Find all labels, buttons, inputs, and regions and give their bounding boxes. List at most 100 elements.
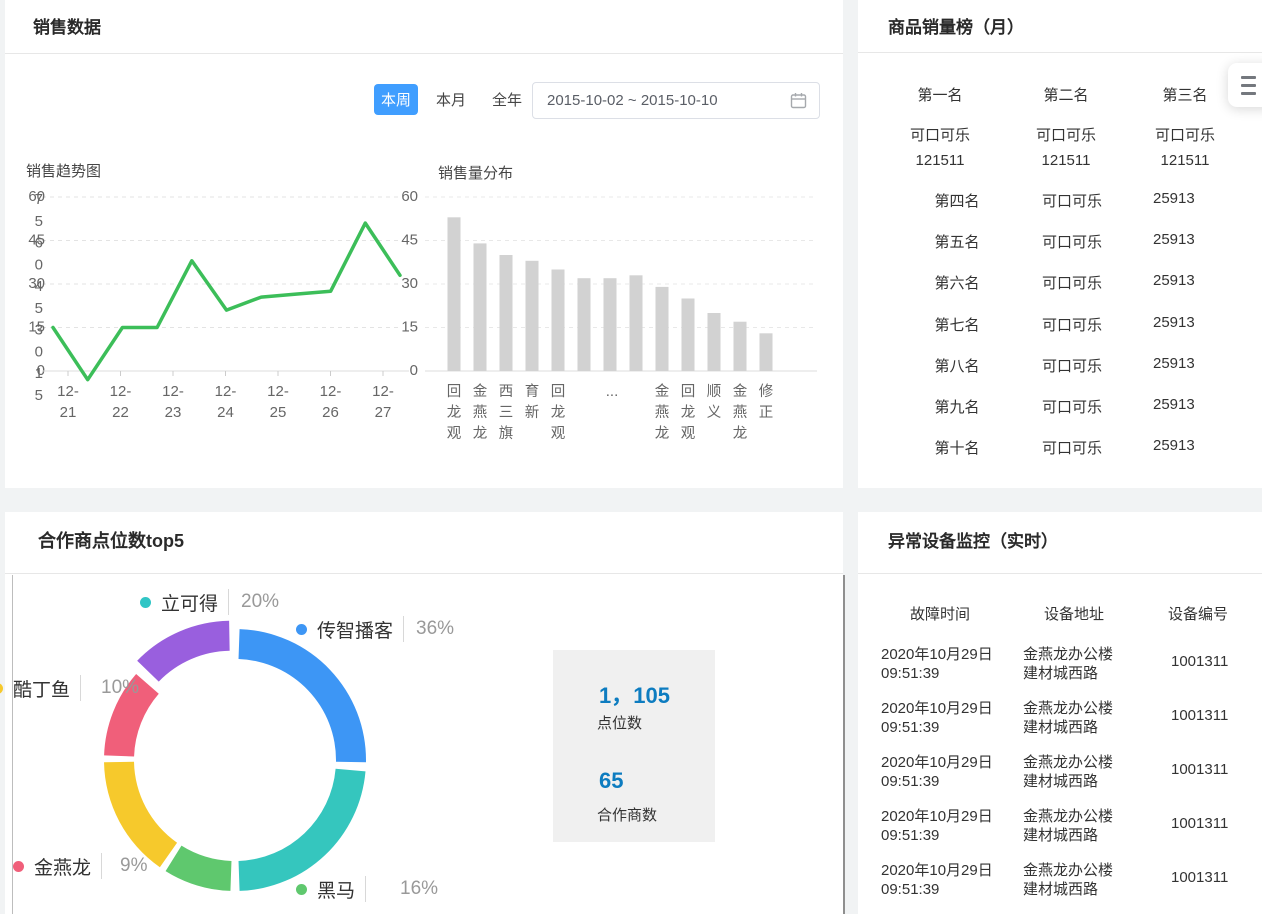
ranking-row: 第八名可口可乐25913 — [858, 355, 1262, 375]
device-id: 1001311 — [1171, 706, 1228, 725]
product-name: 可口可乐 — [910, 126, 970, 146]
device-address: 金燕龙办公楼建材城西路 — [1023, 753, 1113, 791]
legend-dot — [296, 884, 307, 895]
label-separator — [101, 853, 102, 879]
svg-text:15: 15 — [401, 318, 418, 335]
fault-time: 2020年10月29日09:51:39 — [881, 699, 993, 737]
legend-dot — [140, 597, 151, 608]
svg-text:12-23: 12-23 — [162, 383, 184, 421]
partners-label: 合作商数 — [597, 804, 657, 825]
svg-text:60: 60 — [401, 188, 418, 205]
partner-percent: 16% — [400, 878, 438, 900]
device-id: 1001311 — [1171, 652, 1228, 671]
product-name: 可口可乐 — [1042, 272, 1102, 293]
legend-dot — [296, 624, 307, 635]
device-row: 2020年10月29日09:51:39 金燕龙办公楼建材城西路 1001311 — [858, 807, 1262, 847]
rank-label: 第三名 — [1155, 86, 1215, 106]
fault-time: 2020年10月29日09:51:39 — [881, 753, 993, 791]
stats-box: 1，105 点位数 65 合作商数 — [553, 650, 715, 842]
sales-value: 121511 — [1036, 151, 1096, 171]
svg-text:12-22: 12-22 — [110, 383, 132, 421]
col-device-address: 设备地址 — [1044, 603, 1104, 624]
ranking-top3-col: 第二名可口可乐121511 — [1036, 86, 1096, 171]
menu-card[interactable] — [1228, 63, 1262, 107]
svg-text:1: 1 — [35, 365, 43, 382]
partner-percent: 9% — [120, 855, 147, 877]
svg-text:5: 5 — [35, 387, 43, 404]
rank-label: 第一名 — [910, 86, 970, 106]
product-name: 可口可乐 — [1042, 396, 1102, 417]
col-fault-time: 故障时间 — [910, 603, 970, 624]
panel-header-divider — [858, 573, 1262, 574]
pie-label-立可得: 立可得20% — [140, 590, 279, 614]
sales-charts-canvas: 606045453030151500756045301512-2112-2212… — [5, 0, 843, 488]
partner-name: 传智播客 — [317, 616, 393, 643]
svg-text:0: 0 — [410, 362, 418, 379]
svg-text:12-25: 12-25 — [267, 383, 289, 421]
ranking-row: 第四名可口可乐25913 — [858, 190, 1262, 210]
device-address: 金燕龙办公楼建材城西路 — [1023, 807, 1113, 845]
ranking-row: 第九名 可口可乐 25913 — [858, 396, 1262, 416]
sales-data-panel: 销售数据 本周 本月 全年 2015-10-02 ~ 2015-10-10 销售… — [5, 0, 843, 488]
svg-text:回龙观: 回龙观 — [447, 383, 462, 442]
svg-text:45: 45 — [401, 231, 418, 248]
sales-value: 25913 — [1153, 314, 1195, 331]
svg-text:12-24: 12-24 — [215, 383, 237, 421]
product-name: 可口可乐 — [1042, 314, 1102, 335]
legend-dot — [13, 861, 24, 872]
svg-text:修正: 修正 — [759, 383, 774, 421]
fault-time: 2020年10月29日09:51:39 — [881, 645, 993, 683]
legend-dot — [0, 683, 3, 694]
svg-text:5: 5 — [35, 213, 43, 230]
ranking-row: 第十名可口可乐25913 — [858, 437, 1262, 457]
svg-text:30: 30 — [401, 275, 418, 292]
device-row: 2020年10月29日09:51:39金燕龙办公楼建材城西路1001311 — [858, 645, 1262, 685]
points-count: 1，105 — [599, 678, 670, 710]
ranking-row: 第七名可口可乐25913 — [858, 314, 1262, 334]
svg-text:5: 5 — [35, 300, 43, 317]
rank-label: 第六名 — [934, 272, 979, 293]
sales-value: 25913 — [1153, 272, 1195, 289]
pie-segment-黑马 — [239, 769, 366, 891]
svg-text:顺义: 顺义 — [707, 383, 722, 421]
fault-time: 2020年10月29日09:51:39 — [881, 807, 993, 845]
sales-value: 25913 — [1153, 437, 1195, 454]
device-id: 1001311 — [1171, 868, 1228, 887]
partner-percent: 10% — [101, 677, 139, 699]
ranking-row: 第六名 可口可乐 25913 — [858, 272, 1262, 292]
svg-text:4: 4 — [35, 278, 43, 295]
rank-label: 第八名 — [934, 355, 979, 376]
device-id: 1001311 — [1171, 760, 1228, 779]
device-address: 金燕龙办公楼建材城西路 — [1023, 861, 1113, 899]
rank-label: 第五名 — [934, 231, 979, 252]
partner-name: 酷丁鱼 — [13, 675, 70, 702]
pie-label-黑马: 黑马16% — [296, 877, 438, 901]
sales-value: 25913 — [1153, 190, 1195, 207]
ranking-top3-col: 第三名可口可乐121511 — [1155, 86, 1215, 171]
pie-label-传智播客: 传智播客 36% — [296, 617, 454, 641]
device-id: 1001311 — [1171, 814, 1228, 833]
partner-name: 立可得 — [161, 589, 218, 616]
sales-value: 25913 — [1153, 396, 1195, 413]
product-name: 可口可乐 — [1042, 190, 1102, 211]
label-separator — [228, 589, 229, 615]
svg-text:12-27: 12-27 — [372, 383, 394, 421]
rank-label: 第九名 — [934, 396, 979, 417]
rank-label: 第二名 — [1036, 86, 1096, 106]
pie-segment-unlabeled — [166, 846, 232, 891]
ranking-top3-col: 第一名可口可乐 121511 — [910, 86, 970, 171]
label-separator — [80, 675, 81, 701]
col-device-id: 设备编号 — [1168, 603, 1228, 624]
svg-text:6: 6 — [35, 234, 43, 251]
svg-text:回龙观: 回龙观 — [551, 383, 566, 442]
device-monitor-panel: 异常设备监控（实时） 故障时间 设备地址 设备编号 2020年10月29日09:… — [858, 512, 1262, 914]
svg-text:0: 0 — [35, 256, 43, 273]
product-ranking-panel: 商品销量榜（月） 第一名可口可乐121511第二名可口可乐121511第三名可口… — [858, 0, 1262, 488]
partners-count: 65 — [599, 768, 623, 794]
panel-header-divider — [858, 52, 1262, 53]
partner-percent: 36% — [416, 618, 454, 640]
svg-text:金燕龙: 金燕龙 — [473, 383, 488, 442]
svg-text:西三旗: 西三旗 — [499, 384, 514, 442]
sales-value: 121511 — [910, 151, 970, 171]
svg-text:回龙观: 回龙观 — [681, 383, 696, 442]
